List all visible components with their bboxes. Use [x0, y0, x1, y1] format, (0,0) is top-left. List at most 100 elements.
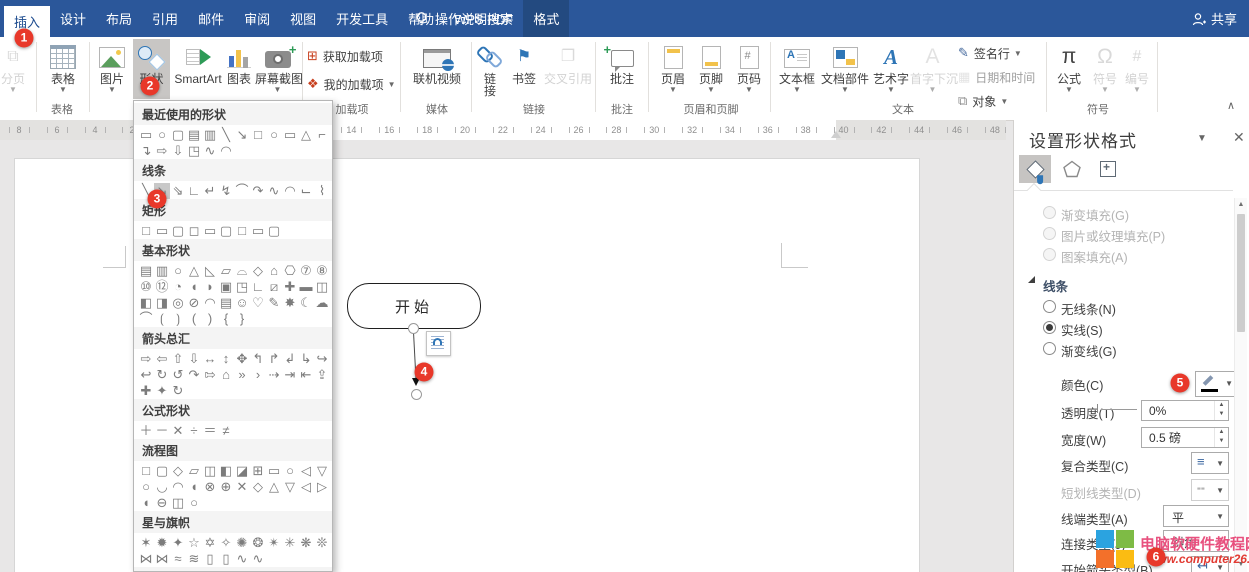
shape-item[interactable]: ↩ — [138, 367, 154, 383]
shape-item[interactable]: ↰ — [250, 351, 266, 367]
ribbon-button-分页[interactable]: ⧉分页▼ — [0, 39, 34, 99]
ribbon-button-联机视频[interactable]: 联机视频 — [406, 39, 468, 99]
ribbon-button-表格[interactable]: 表格▼ — [40, 39, 86, 99]
tab-fill-line[interactable] — [1019, 155, 1051, 183]
shape-item[interactable]: ⌇ — [314, 183, 330, 199]
shape-item[interactable]: ∿ — [202, 143, 218, 159]
shape-item[interactable]: ↷ — [250, 183, 266, 199]
shape-item[interactable]: ❋ — [298, 535, 314, 551]
shape-item[interactable]: ◧ — [218, 463, 234, 479]
panel-menu-caret-icon[interactable]: ▼ — [1197, 133, 1207, 144]
shape-item[interactable]: ⑩ — [138, 279, 154, 295]
shape-item[interactable]: ) — [202, 311, 218, 327]
tab-布局[interactable]: 布局 — [96, 0, 142, 37]
shape-item[interactable]: ◫ — [202, 463, 218, 479]
shape-item[interactable]: ∟ — [186, 183, 202, 199]
shape-item[interactable]: ↯ — [218, 183, 234, 199]
shape-item[interactable]: ▽ — [314, 463, 330, 479]
shape-item[interactable]: ↘ — [234, 127, 250, 143]
shape-item[interactable]: ⊗ — [202, 479, 218, 495]
ribbon-button-首字下沉[interactable]: A首字下沉▼ — [910, 39, 955, 99]
shape-item[interactable]: ▢ — [170, 127, 186, 143]
ribbon-button-书签[interactable]: ⚑书签 — [506, 39, 542, 99]
ribbon-button-文档部件[interactable]: 文档部件▼ — [820, 39, 870, 99]
shape-item[interactable]: ▤ — [138, 263, 154, 279]
shape-item[interactable]: ▭ — [250, 223, 266, 239]
shape-item[interactable]: ✴ — [266, 535, 282, 551]
shape-item[interactable]: ▭ — [154, 223, 170, 239]
shape-item[interactable]: △ — [266, 479, 282, 495]
section-collapse-icon[interactable] — [1028, 276, 1035, 283]
radio-实线(S)[interactable] — [1043, 321, 1056, 334]
spin-input-透明度(T)[interactable]: 0%▲▼ — [1141, 400, 1229, 421]
radio-无线条(N)[interactable] — [1043, 300, 1056, 313]
shape-item[interactable]: ↲ — [282, 351, 298, 367]
shape-item[interactable]: ◔ — [170, 279, 186, 295]
shape-item[interactable]: ◗ — [202, 279, 218, 295]
shape-item[interactable]: ⇨ — [138, 351, 154, 367]
collapse-ribbon-icon[interactable]: ∧ — [1227, 99, 1235, 112]
shape-item[interactable]: ◧ — [138, 295, 154, 311]
shape-item[interactable]: ↪ — [314, 351, 330, 367]
ribbon-button-批注[interactable]: 批注 — [600, 39, 644, 99]
ribbon-button-图表[interactable]: 图表 — [224, 39, 254, 99]
shape-item[interactable]: ☺ — [234, 295, 250, 311]
ribbon-button-日期和时间[interactable]: ▦日期和时间 — [958, 66, 1035, 88]
shape-item[interactable]: ⇩ — [186, 351, 202, 367]
shape-item[interactable]: ✡ — [202, 535, 218, 551]
shape-item[interactable]: ◫ — [170, 495, 186, 511]
dropdown-短划线类型(D)[interactable]: ╍▼ — [1191, 479, 1229, 501]
shape-item[interactable]: □ — [138, 223, 154, 239]
shape-item[interactable]: ⑫ — [154, 279, 170, 295]
shape-item[interactable]: ◎ — [170, 295, 186, 311]
shape-item[interactable]: ⎔ — [282, 263, 298, 279]
shape-item[interactable]: ♡ — [250, 295, 266, 311]
shape-item[interactable]: ⇦ — [154, 351, 170, 367]
panel-close-icon[interactable]: ✕ — [1233, 129, 1245, 146]
shape-item[interactable]: ⊞ — [250, 463, 266, 479]
ribbon-button-对象[interactable]: ⧉对象▼ — [958, 90, 1008, 112]
shape-item[interactable]: ▭ — [282, 127, 298, 143]
tab-引用[interactable]: 引用 — [142, 0, 188, 37]
shape-item[interactable]: ◺ — [202, 263, 218, 279]
tab-格式[interactable]: 格式 — [523, 0, 569, 37]
ribbon-button-页码[interactable]: 页码▼ — [730, 39, 768, 99]
shape-item[interactable]: ❊ — [314, 535, 330, 551]
ribbon-button-页眉[interactable]: 页眉▼ — [654, 39, 692, 99]
shape-item[interactable]: ∿ — [250, 551, 266, 567]
dropdown-线端类型(A)[interactable]: 平▼ — [1163, 505, 1229, 527]
shape-item[interactable]: ↱ — [266, 351, 282, 367]
ribbon-button-屏幕截图[interactable]: 屏幕截图▼ — [255, 39, 300, 99]
shape-item[interactable]: ✳ — [282, 535, 298, 551]
shape-item[interactable]: ▯ — [218, 551, 234, 567]
panel-scrollbar[interactable]: ▲ ▼ — [1234, 198, 1247, 572]
shape-item[interactable]: ≈ — [170, 551, 186, 567]
shape-item[interactable]: ◳ — [234, 279, 250, 295]
shape-item[interactable]: › — [250, 367, 266, 383]
shape-item[interactable]: ✧ — [218, 535, 234, 551]
shape-item[interactable]: ∿ — [234, 551, 250, 567]
shape-item[interactable]: ✎ — [266, 295, 282, 311]
scroll-up-icon[interactable]: ▲ — [1235, 198, 1247, 212]
shape-item[interactable]: ⌂ — [218, 367, 234, 383]
shape-item[interactable]: ✕ — [170, 423, 186, 439]
shape-item[interactable]: ◁ — [298, 463, 314, 479]
tab-视图[interactable]: 视图 — [280, 0, 326, 37]
shape-item[interactable]: ⇤ — [298, 367, 314, 383]
shape-item[interactable]: ◠ — [282, 183, 298, 199]
shape-item[interactable]: ✸ — [282, 295, 298, 311]
shape-item[interactable]: ↷ — [186, 367, 202, 383]
shape-item[interactable]: » — [234, 367, 250, 383]
shape-item[interactable]: ⋈ — [154, 551, 170, 567]
shape-item[interactable]: ⊕ — [218, 479, 234, 495]
shape-item[interactable]: ∟ — [250, 279, 266, 295]
radio-图片或纹理填充(P)[interactable] — [1043, 227, 1056, 240]
shape-item[interactable]: ⇨ — [154, 143, 170, 159]
ribbon-button-SmartArt[interactable]: SmartArt — [172, 39, 224, 99]
shape-item[interactable]: △ — [186, 263, 202, 279]
shape-item[interactable]: ◨ — [154, 295, 170, 311]
ribbon-button-链接[interactable]: 链接 — [475, 39, 505, 99]
shape-item[interactable]: ✥ — [234, 351, 250, 367]
shape-item[interactable]: ▱ — [186, 463, 202, 479]
shape-item[interactable]: ▯ — [202, 551, 218, 567]
